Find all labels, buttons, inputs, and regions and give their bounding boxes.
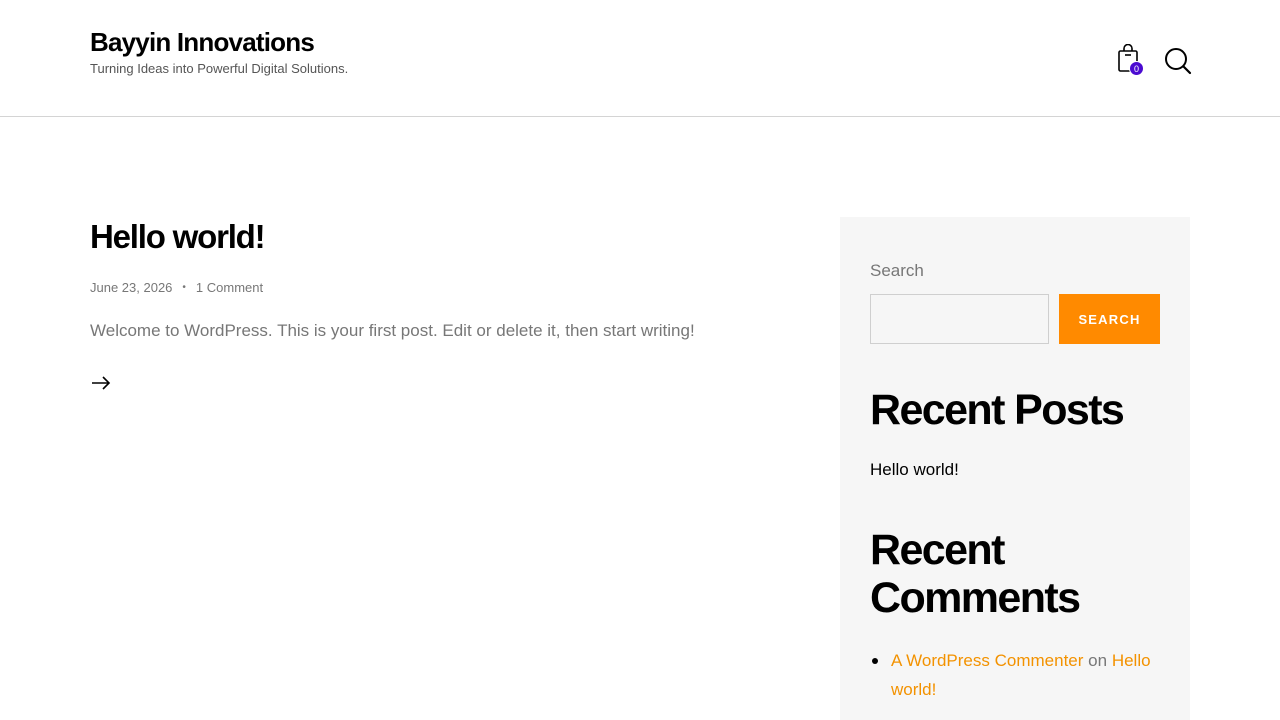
post-article: Hello world! June 23, 2026 • 1 Comment W… [90, 217, 790, 393]
search-button[interactable]: SEARCH [1059, 294, 1160, 344]
post-meta: June 23, 2026 • 1 Comment [90, 279, 790, 297]
recent-posts-heading: Recent Posts [870, 386, 1125, 434]
sidebar: Search SEARCH Recent Posts Hello world! … [840, 217, 1190, 720]
recent-comments-heading: Recent Comments [870, 526, 1081, 622]
search-icon [1165, 48, 1192, 75]
comment-author-link[interactable]: A WordPress Commenter [891, 651, 1083, 670]
search-toggle-button[interactable] [1164, 47, 1192, 75]
main-content: Hello world! June 23, 2026 • 1 Comment W… [90, 217, 790, 393]
site-header: Bayyin Innovations Turning Ideas into Po… [0, 0, 1280, 117]
header-actions: 0 [1116, 43, 1196, 78]
arrow-right-icon [92, 376, 111, 390]
search-input[interactable] [870, 294, 1049, 344]
cart-button[interactable]: 0 [1116, 43, 1144, 78]
read-more-link[interactable] [90, 373, 112, 393]
site-title-link[interactable]: Bayyin Innovations [90, 26, 350, 58]
cart-count-badge: 0 [1129, 61, 1144, 76]
comment-connector: on [1088, 651, 1108, 670]
search-label: Search [870, 261, 924, 280]
post-title[interactable]: Hello world! [90, 217, 790, 257]
recent-post-link[interactable]: Hello world! [870, 460, 959, 480]
recent-comments-list: A WordPress Commenter on Hello world! [870, 646, 1160, 704]
post-date[interactable]: June 23, 2026 [90, 279, 172, 297]
meta-separator: • [182, 282, 186, 293]
list-item: A WordPress Commenter on Hello world! [870, 646, 1160, 704]
site-tagline: Turning Ideas into Powerful Digital Solu… [90, 61, 349, 76]
post-excerpt: Welcome to WordPress. This is your first… [90, 321, 695, 340]
post-comments-link[interactable]: 1 Comment [196, 279, 263, 297]
site-branding: Bayyin Innovations Turning Ideas into Po… [90, 26, 350, 78]
